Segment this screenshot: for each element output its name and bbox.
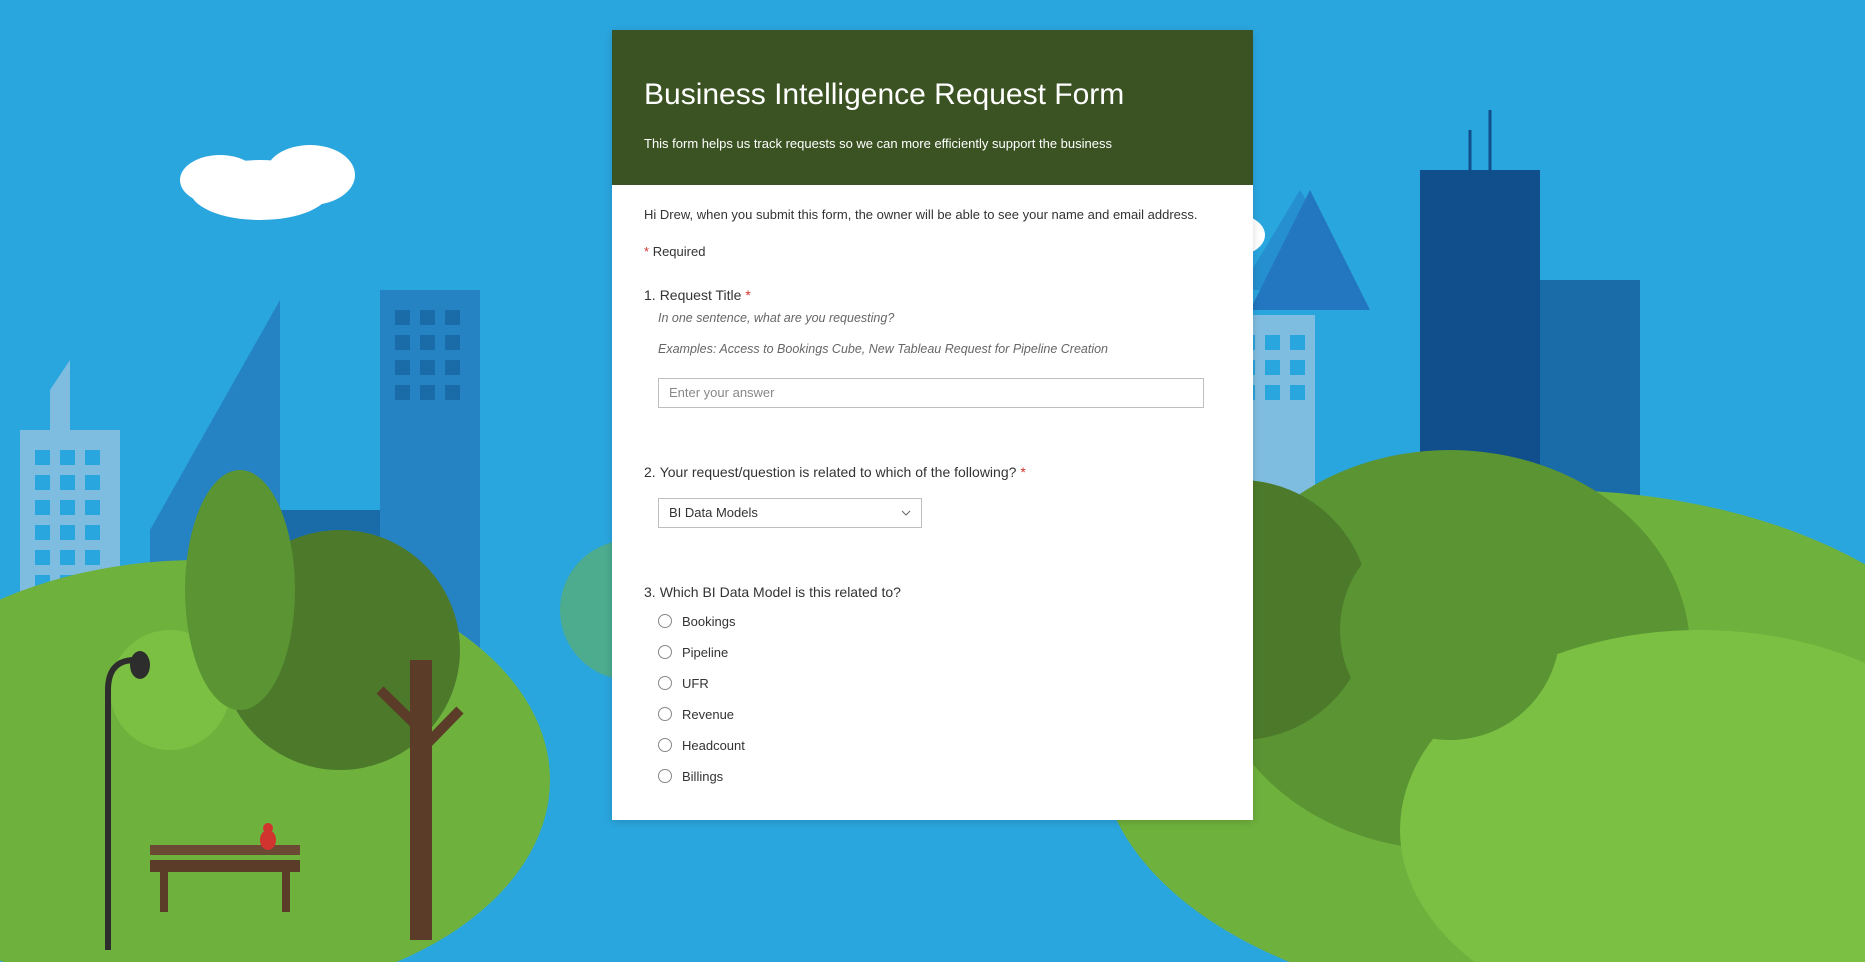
radio-label: Billings xyxy=(682,769,723,784)
radio-option-headcount[interactable]: Headcount xyxy=(658,738,1221,753)
question-1-required: * xyxy=(745,287,750,303)
question-1-help2: Examples: Access to Bookings Cube, New T… xyxy=(658,342,1221,356)
radio-icon xyxy=(658,676,672,690)
question-1-number: 1. xyxy=(644,287,656,303)
question-2-required: * xyxy=(1020,464,1025,480)
question-3-label: Which BI Data Model is this related to? xyxy=(660,584,901,600)
radio-icon xyxy=(658,614,672,628)
radio-label: Headcount xyxy=(682,738,745,753)
related-to-select-value[interactable]: BI Data Models xyxy=(658,498,922,528)
radio-option-revenue[interactable]: Revenue xyxy=(658,707,1221,722)
question-2-label: Your request/question is related to whic… xyxy=(660,464,1017,480)
radio-icon xyxy=(658,645,672,659)
greeting-text: Hi Drew, when you submit this form, the … xyxy=(644,207,1221,222)
radio-label: UFR xyxy=(682,676,709,691)
form-subtitle: This form helps us track requests so we … xyxy=(644,136,1221,151)
data-model-radio-group: Bookings Pipeline UFR Revenue Headcount xyxy=(658,614,1221,784)
question-2-label-row: 2. Your request/question is related to w… xyxy=(644,464,1221,480)
question-1-label: Request Title xyxy=(660,287,742,303)
radio-label: Revenue xyxy=(682,707,734,722)
radio-icon xyxy=(658,707,672,721)
question-3: 3. Which BI Data Model is this related t… xyxy=(644,584,1221,784)
required-star-icon: * xyxy=(644,244,649,259)
required-label: Required xyxy=(653,244,706,259)
question-3-label-row: 3. Which BI Data Model is this related t… xyxy=(644,584,1221,600)
question-2-number: 2. xyxy=(644,464,656,480)
question-1: 1. Request Title * In one sentence, what… xyxy=(644,287,1221,408)
radio-icon xyxy=(658,738,672,752)
radio-option-pipeline[interactable]: Pipeline xyxy=(658,645,1221,660)
related-to-select[interactable]: BI Data Models xyxy=(658,498,922,528)
radio-icon xyxy=(658,769,672,783)
radio-option-billings[interactable]: Billings xyxy=(658,769,1221,784)
form-title: Business Intelligence Request Form xyxy=(644,78,1221,112)
request-title-input[interactable] xyxy=(658,378,1204,408)
radio-option-ufr[interactable]: UFR xyxy=(658,676,1221,691)
question-1-label-row: 1. Request Title * xyxy=(644,287,1221,303)
form-header: Business Intelligence Request Form This … xyxy=(612,30,1253,185)
question-3-number: 3. xyxy=(644,584,656,600)
radio-option-bookings[interactable]: Bookings xyxy=(658,614,1221,629)
question-1-help1: In one sentence, what are you requesting… xyxy=(658,309,1221,328)
required-note: * Required xyxy=(644,244,1221,259)
radio-label: Pipeline xyxy=(682,645,728,660)
form-card: Business Intelligence Request Form This … xyxy=(612,30,1253,820)
radio-label: Bookings xyxy=(682,614,735,629)
form-body: Hi Drew, when you submit this form, the … xyxy=(612,185,1253,820)
question-2: 2. Your request/question is related to w… xyxy=(644,464,1221,528)
